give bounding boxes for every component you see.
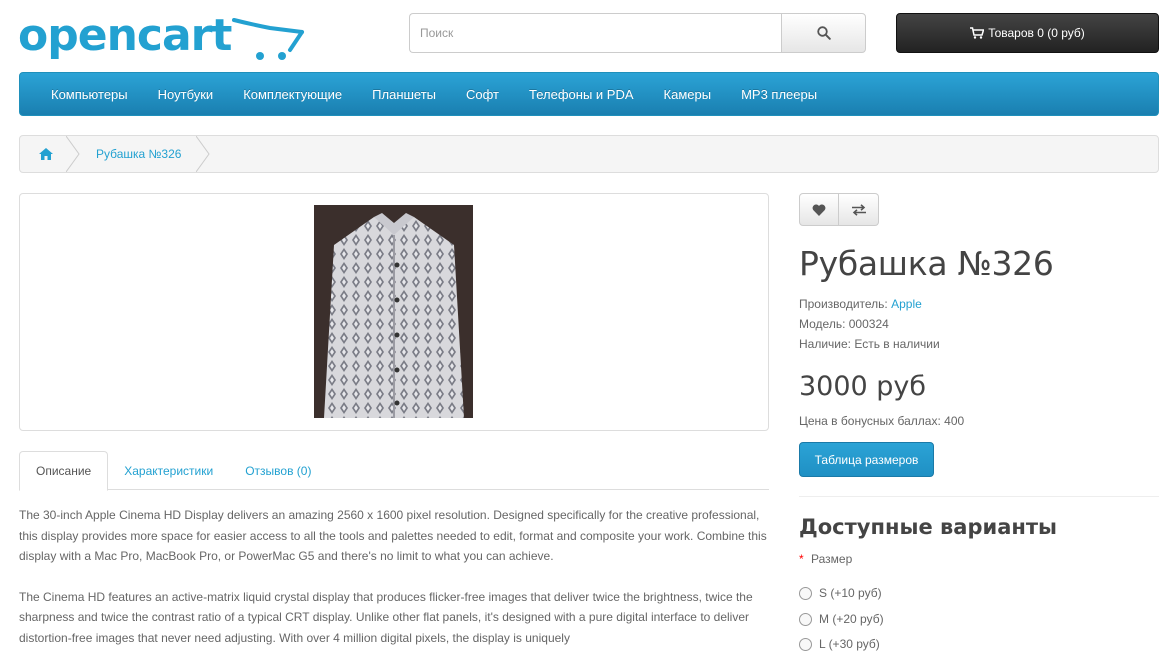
menu-item-phones[interactable]: Телефоны и PDA xyxy=(514,87,649,102)
add-to-wishlist-button[interactable] xyxy=(799,193,839,226)
manufacturer-row: Производитель: Apple xyxy=(799,294,940,314)
availability-value: Есть в наличии xyxy=(854,337,940,351)
tab-description[interactable]: Описание xyxy=(19,451,109,491)
wishlist-compare-group xyxy=(799,193,879,226)
product-price: 3000 руб xyxy=(799,371,927,402)
breadcrumb-item-product[interactable]: Рубашка №326 xyxy=(72,147,181,161)
radio-button[interactable] xyxy=(799,586,812,600)
menu-item-tablets[interactable]: Планшеты xyxy=(357,87,451,102)
menu-item-mp3[interactable]: MP3 плееры xyxy=(726,87,832,102)
compare-icon xyxy=(851,203,866,216)
required-mark: * xyxy=(799,552,804,566)
menu-item-software[interactable]: Софт xyxy=(451,87,514,102)
bonus-value: 400 xyxy=(944,414,965,428)
availability-label: Наличие: xyxy=(799,337,852,351)
search-icon xyxy=(816,26,831,40)
breadcrumb-home[interactable] xyxy=(20,136,80,172)
size-option-m[interactable]: M (+20 руб) xyxy=(799,612,884,626)
size-option-label: * Размер xyxy=(799,552,852,566)
shopping-cart-icon xyxy=(970,27,985,39)
tab-specification[interactable]: Характеристики xyxy=(108,451,229,490)
cart-button[interactable]: Товаров 0 (0 руб) xyxy=(896,13,1159,53)
store-logo[interactable]: opencart xyxy=(18,10,304,64)
model-row: Модель: 000324 xyxy=(799,314,940,334)
size-option-s[interactable]: S (+10 руб) xyxy=(799,586,882,600)
menu-item-components[interactable]: Комплектующие xyxy=(228,87,357,102)
product-image[interactable] xyxy=(314,205,473,418)
tab-reviews[interactable]: Отзывов (0) xyxy=(229,451,327,490)
compare-button[interactable] xyxy=(839,193,879,226)
bonus-points: Цена в бонусных баллах: 400 xyxy=(799,414,964,428)
size-label-text: Размер xyxy=(811,552,853,566)
divider xyxy=(799,496,1159,497)
logo-cart-icon xyxy=(232,18,304,60)
search-input[interactable] xyxy=(409,13,781,53)
size-table-button[interactable]: Таблица размеров xyxy=(799,442,934,477)
menu-item-laptops[interactable]: Ноутбуки xyxy=(143,87,229,102)
manufacturer-label: Производитель: xyxy=(799,297,888,311)
availability-row: Наличие: Есть в наличии xyxy=(799,334,940,354)
product-description: The 30-inch Apple Cinema HD Display deli… xyxy=(19,505,769,668)
size-option-l[interactable]: L (+30 руб) xyxy=(799,637,880,651)
product-title: Рубашка №326 xyxy=(799,244,1054,283)
product-tabs: Описание Характеристики Отзывов (0) xyxy=(19,451,769,491)
size-option-label: S (+10 руб) xyxy=(819,586,882,600)
menu-item-computers[interactable]: Компьютеры xyxy=(36,87,143,102)
category-menu: Компьютеры Ноутбуки Комплектующие Планше… xyxy=(19,72,1159,116)
radio-button[interactable] xyxy=(799,612,812,626)
options-title: Доступные варианты xyxy=(799,515,1058,539)
heart-icon xyxy=(812,203,826,216)
breadcrumb-separator xyxy=(66,136,80,172)
menu-item-cameras[interactable]: Камеры xyxy=(649,87,727,102)
model-label: Модель: xyxy=(799,317,846,331)
description-paragraph: The Cinema HD features an active-matrix … xyxy=(19,589,753,645)
cart-label: Товаров 0 (0 руб) xyxy=(988,26,1085,40)
product-image-frame xyxy=(19,193,769,431)
manufacturer-link[interactable]: Apple xyxy=(891,297,922,311)
logo-text: opencart xyxy=(18,10,232,61)
size-option-label: M (+20 руб) xyxy=(819,612,884,626)
home-icon xyxy=(39,148,53,160)
radio-button[interactable] xyxy=(799,637,812,651)
search-bar xyxy=(409,13,866,53)
product-meta: Производитель: Apple Модель: 000324 Нали… xyxy=(799,294,940,354)
size-option-label: L (+30 руб) xyxy=(819,637,880,651)
search-button[interactable] xyxy=(781,13,866,53)
description-paragraph: The 30-inch Apple Cinema HD Display deli… xyxy=(19,508,767,563)
breadcrumb: Рубашка №326 xyxy=(19,135,1159,173)
model-value: 000324 xyxy=(848,317,889,331)
breadcrumb-separator xyxy=(196,136,210,172)
bonus-label: Цена в бонусных баллах: xyxy=(799,414,941,428)
